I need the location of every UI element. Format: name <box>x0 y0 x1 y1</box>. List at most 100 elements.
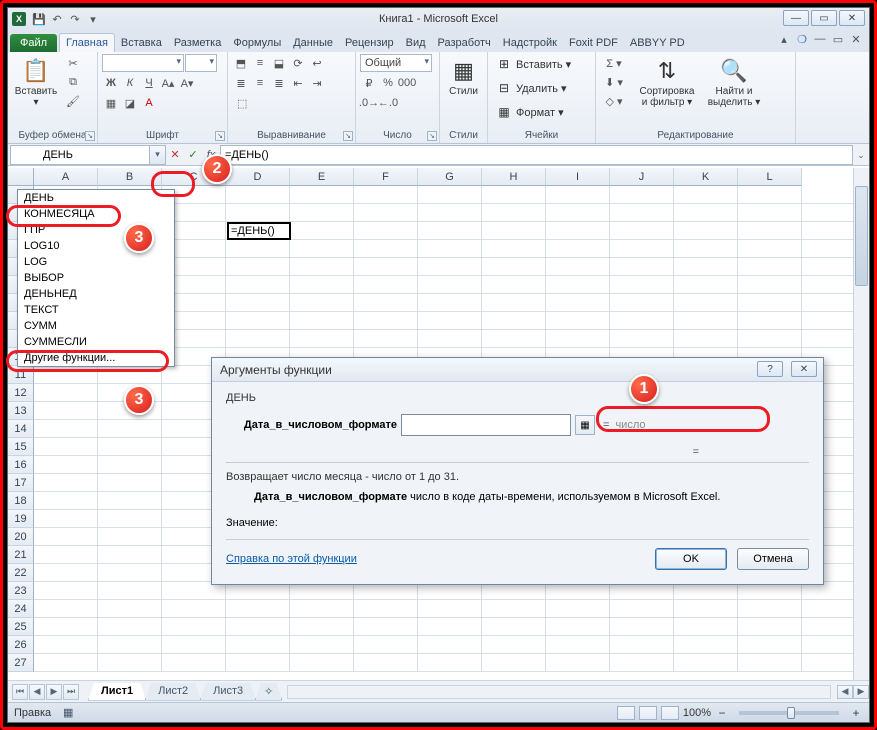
align-bottom-icon[interactable]: ⬓ <box>270 54 288 72</box>
tab-foxit[interactable]: Foxit PDF <box>563 34 624 52</box>
tab-insert[interactable]: Вставка <box>115 34 168 52</box>
row-header-24[interactable]: 24 <box>8 600 34 618</box>
row-header-17[interactable]: 17 <box>8 474 34 492</box>
col-header-J[interactable]: J <box>610 168 674 186</box>
fill-button[interactable]: ⬇ ▾ <box>600 73 628 91</box>
sort-filter-button[interactable]: ⇅ Сортировка и фильтр ▾ <box>634 54 700 110</box>
sheet-tab-2[interactable]: Лист2 <box>145 683 201 701</box>
fn-dropdown-item[interactable]: LOG <box>18 254 174 270</box>
increase-indent-icon[interactable]: ⇥ <box>308 74 326 92</box>
dialog-help-button[interactable]: ? <box>757 361 783 377</box>
col-header-F[interactable]: F <box>354 168 418 186</box>
horizontal-scrollbar[interactable] <box>287 685 831 699</box>
vertical-scroll-thumb[interactable] <box>855 186 868 286</box>
shrink-font-icon[interactable]: A▾ <box>178 74 196 92</box>
name-box[interactable]: ДЕНЬ ▾ <box>10 145 166 165</box>
col-header-B[interactable]: B <box>98 168 162 186</box>
sheet-nav-prev-icon[interactable]: ◀ <box>29 684 45 700</box>
enter-formula-icon[interactable]: ✓ <box>184 146 202 164</box>
italic-button[interactable]: К <box>121 74 139 92</box>
fn-dropdown-item[interactable]: ВЫБОР <box>18 270 174 286</box>
font-size-combo[interactable] <box>185 54 217 72</box>
align-left-icon[interactable]: ≣ <box>232 74 250 92</box>
collapse-dialog-icon[interactable]: ▦ <box>575 415 595 435</box>
row-header-11[interactable]: 11 <box>8 366 34 384</box>
align-right-icon[interactable]: ≣ <box>270 74 288 92</box>
row-header-20[interactable]: 20 <box>8 528 34 546</box>
arg-input[interactable] <box>401 414 571 436</box>
sheet-tab-1[interactable]: Лист1 <box>88 683 146 701</box>
col-header-A[interactable]: A <box>34 168 98 186</box>
ok-button[interactable]: OK <box>655 548 727 570</box>
align-top-icon[interactable]: ⬒ <box>232 54 250 72</box>
view-pagebreak-icon[interactable] <box>661 706 679 720</box>
col-header-H[interactable]: H <box>482 168 546 186</box>
cut-icon[interactable]: ✂ <box>64 54 82 72</box>
tab-file[interactable]: Файл <box>10 34 57 52</box>
col-header-D[interactable]: D <box>226 168 290 186</box>
hscroll-right-icon[interactable]: ▶ <box>853 685 869 699</box>
row-header-27[interactable]: 27 <box>8 654 34 672</box>
qat-customize-icon[interactable]: ▾ <box>85 11 101 27</box>
zoom-in-button[interactable]: + <box>849 706 863 720</box>
qat-undo-icon[interactable]: ↶ <box>49 11 65 27</box>
tab-home[interactable]: Главная <box>59 33 115 52</box>
row-header-14[interactable]: 14 <box>8 420 34 438</box>
row-header-12[interactable]: 12 <box>8 384 34 402</box>
dialog-titlebar[interactable]: Аргументы функции ? ✕ <box>212 358 823 382</box>
dialog-close-button[interactable]: ✕ <box>791 361 817 377</box>
format-painter-icon[interactable]: 🖌 <box>64 92 82 110</box>
fn-dropdown-item[interactable]: СУММ <box>18 318 174 334</box>
sheet-nav-last-icon[interactable]: ⏭ <box>63 684 79 700</box>
fn-dropdown-item[interactable]: ДЕНЬ <box>18 190 174 206</box>
col-header-E[interactable]: E <box>290 168 354 186</box>
sheet-tab-3[interactable]: Лист3 <box>200 683 256 701</box>
underline-button[interactable]: Ч <box>140 74 158 92</box>
new-sheet-button[interactable]: ✧ <box>255 683 282 701</box>
col-header-G[interactable]: G <box>418 168 482 186</box>
ribbon-minimize-icon[interactable]: ▴ <box>777 32 791 46</box>
minimize-button[interactable]: — <box>783 10 809 26</box>
bold-button[interactable]: Ж <box>102 74 120 92</box>
align-launcher-icon[interactable]: ↘ <box>343 131 353 141</box>
row-header-25[interactable]: 25 <box>8 618 34 636</box>
select-all-corner[interactable] <box>8 168 34 186</box>
comma-icon[interactable]: 000 <box>398 74 416 92</box>
close-button[interactable]: ✕ <box>839 10 865 26</box>
active-cell[interactable]: =ДЕНЬ() <box>227 222 291 240</box>
row-header-16[interactable]: 16 <box>8 456 34 474</box>
merge-button[interactable]: ⬚ <box>232 94 252 112</box>
copy-icon[interactable]: ⧉ <box>64 73 82 91</box>
orientation-icon[interactable]: ⟳ <box>289 54 307 72</box>
cancel-formula-icon[interactable]: ✕ <box>166 146 184 164</box>
tab-formulas[interactable]: Формулы <box>227 34 287 52</box>
align-center-icon[interactable]: ≡ <box>251 74 269 92</box>
hscroll-left-icon[interactable]: ◀ <box>837 685 853 699</box>
row-header-18[interactable]: 18 <box>8 492 34 510</box>
view-layout-icon[interactable] <box>639 706 657 720</box>
zoom-slider-thumb[interactable] <box>787 707 795 719</box>
currency-icon[interactable]: ₽ <box>360 74 378 92</box>
autosum-button[interactable]: Σ ▾ <box>600 54 628 72</box>
restore-button[interactable]: ▭ <box>811 10 837 26</box>
fn-dropdown-item[interactable]: СУММЕСЛИ <box>18 334 174 350</box>
grow-font-icon[interactable]: A▴ <box>159 74 177 92</box>
zoom-slider[interactable] <box>739 711 839 715</box>
decrease-indent-icon[interactable]: ⇤ <box>289 74 307 92</box>
row-header-19[interactable]: 19 <box>8 510 34 528</box>
tab-abbyy[interactable]: ABBYY PD <box>624 34 691 52</box>
number-format-combo[interactable]: Общий <box>360 54 432 72</box>
doc-minimize-icon[interactable]: — <box>813 32 827 46</box>
decrease-decimal-icon[interactable]: ←.0 <box>379 94 397 112</box>
find-select-button[interactable]: 🔍 Найти и выделить ▾ <box>704 54 764 110</box>
wrap-text-icon[interactable]: ↩ <box>308 54 326 72</box>
font-launcher-icon[interactable]: ↘ <box>215 131 225 141</box>
macro-record-icon[interactable]: ▦ <box>61 706 75 720</box>
percent-icon[interactable]: % <box>379 74 397 92</box>
expand-formula-bar-icon[interactable]: ⌄ <box>855 147 867 163</box>
doc-restore-icon[interactable]: ▭ <box>831 32 845 46</box>
fn-dropdown-item[interactable]: Другие функции... <box>18 350 174 366</box>
col-header-I[interactable]: I <box>546 168 610 186</box>
row-header-15[interactable]: 15 <box>8 438 34 456</box>
tab-addins[interactable]: Надстройк <box>497 34 563 52</box>
